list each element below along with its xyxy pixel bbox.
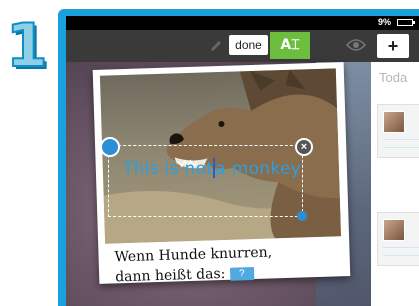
toolbar: done A⌶ + — [66, 30, 419, 62]
battery-percentage: 9% — [377, 17, 391, 27]
card-line — [383, 255, 419, 256]
side-card[interactable] — [377, 104, 419, 158]
text-tool-button[interactable]: A⌶ — [270, 32, 310, 59]
card-line — [383, 139, 419, 140]
text-box[interactable]: This is not a monkey — [108, 145, 303, 217]
status-bar: 9% — [66, 16, 419, 30]
app-screen: 9% done A⌶ + Wenn Hunde knurren, dann he… — [66, 16, 419, 306]
eye-icon[interactable] — [346, 38, 366, 52]
plus-icon: + — [387, 36, 399, 56]
pencil-icon[interactable] — [208, 38, 224, 54]
resize-handle[interactable] — [297, 211, 307, 221]
card-line — [383, 247, 419, 248]
side-panel: Toda — [371, 62, 419, 306]
step-number: 1 — [5, 11, 49, 81]
battery-icon — [397, 19, 415, 26]
tablet-frame: 9% done A⌶ + Wenn Hunde knurren, dann he… — [58, 9, 419, 306]
card-line — [383, 147, 419, 148]
text-box-content[interactable]: This is not a monkey — [123, 158, 301, 179]
card-thumbnail — [383, 219, 405, 241]
card-thumbnail — [383, 111, 405, 133]
side-card[interactable] — [377, 212, 419, 266]
blank-field[interactable]: ? — [229, 266, 255, 281]
caption: Wenn Hunde knurren, dann heißt das: ? — [114, 242, 273, 287]
move-icon[interactable] — [100, 137, 120, 157]
caption-line-2-text: dann heißt das: — [114, 265, 226, 286]
close-icon[interactable]: × — [295, 138, 313, 156]
text-after-caret: a monkey — [215, 159, 301, 179]
side-panel-title: Toda — [379, 70, 408, 85]
done-button[interactable]: done — [229, 35, 268, 55]
text-before-caret: This is not — [123, 159, 214, 179]
add-button[interactable]: + — [377, 34, 409, 58]
